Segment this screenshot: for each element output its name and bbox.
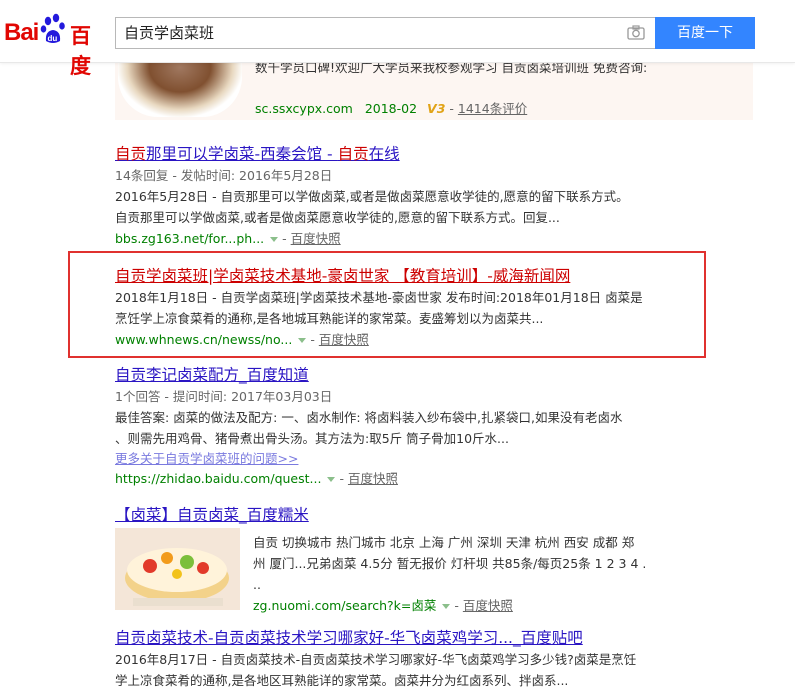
ad-dash: - [449,101,454,116]
result-title[interactable]: 【卤菜】自贡卤菜_百度糯米 [115,504,675,526]
snapshot-link[interactable]: 百度快照 [348,471,398,486]
result-url-line: zg.nuomi.com/search?k=卤菜 - 百度快照 [253,598,513,613]
ad-date: 2018-02 [364,101,418,116]
logo-text-left: Bai [4,19,39,46]
dropdown-arrow-icon[interactable] [327,477,336,482]
top-search-bar: Bai du 百度 百度一下 [0,0,795,78]
search-result-4: 【卤菜】自贡卤菜_百度糯米 [115,504,675,526]
title-hl: 自贡 [115,145,147,163]
snapshot-link[interactable]: 百度快照 [463,598,513,613]
ad-food-image[interactable] [118,55,242,117]
ad-url[interactable]: sc.ssxcypx.com [255,101,353,116]
result-abstract-line: 、则需先用鸡骨、猪骨煮出骨头汤。其方法为:取5斤 筒子骨加10斤水... [115,431,509,446]
result-url-line: https://zhidao.baidu.com/quest... - 百度快照 [115,471,398,486]
camera-icon[interactable] [627,25,645,40]
title-hl: 自贡 [337,145,369,163]
cake-thumbnail[interactable] [115,528,240,610]
more-questions-link[interactable]: 更多关于自贡学卤菜班的问题>> [115,449,675,468]
baidu-logo[interactable]: Bai du 百度 [4,13,108,78]
result-title[interactable]: 自贡卤菜技术-自贡卤菜技术学习哪家好-华飞卤菜鸡学习..._百度贴吧 [115,627,735,649]
title-part: 那里可以学卤菜-西秦会馆 - [146,145,338,163]
dropdown-arrow-icon[interactable] [270,237,279,242]
search-result-3: 自贡李记卤菜配方_百度知道 1个回答 - 提问时间: 2017年03月03日 最… [115,364,675,489]
result-title[interactable]: 自贡李记卤菜配方_百度知道 [115,364,675,386]
v3-badge-icon[interactable]: V3 [427,101,445,116]
result-abstract-line: .. [253,577,261,592]
dropdown-arrow-icon[interactable] [442,604,451,609]
ad-url-line: sc.ssxcypx.com 2018-02 V3 - 1414条评价 [255,98,527,119]
result-title[interactable]: 自贡那里可以学卤菜-西秦会馆 - 自贡在线 [115,143,675,165]
title-part: 在线 [368,145,400,163]
snapshot-link[interactable]: 百度快照 [291,231,341,246]
logo-text-right: 百度 [70,24,91,78]
result-url[interactable]: zg.nuomi.com/search?k=卤菜 [253,598,436,613]
ad-reviews-link[interactable]: 1414条评价 [458,101,527,116]
search-button[interactable]: 百度一下 [655,17,755,49]
paw-icon: du [40,13,65,43]
result-abstract-line: 2016年5月28日 - 自贡那里可以学做卤菜,或者是做卤菜愿意收学徒的,愿意的… [115,189,629,204]
result-meta: 14条回复 - 发帖时间: 2016年5月28日 [115,168,333,183]
search-input[interactable] [124,18,604,48]
result-url[interactable]: https://zhidao.baidu.com/quest... [115,471,321,486]
ad-result: 数千学员口碑!欢迎广大学员来我校参观学习 自贡卤菜培训班 免费咨询: sc.ss… [115,55,753,120]
search-result-5: 自贡卤菜技术-自贡卤菜技术学习哪家好-华飞卤菜鸡学习..._百度贴吧 2016年… [115,627,735,691]
search-result-1: 自贡那里可以学卤菜-西秦会馆 - 自贡在线 14条回复 - 发帖时间: 2016… [115,143,675,249]
result-abstract-line: 自贡 切换城市 热门城市 北京 上海 广州 深圳 天津 杭州 西安 成都 郑 [253,535,635,550]
result-abstract-line: 2016年8月17日 - 自贡卤菜技术-自贡卤菜技术学习哪家好-华飞卤菜鸡学习多… [115,652,637,667]
svg-text:du: du [48,34,58,43]
search-box[interactable] [115,17,655,49]
result-url-line: bbs.zg163.net/for...ph... - 百度快照 [115,231,341,246]
result-abstract-line: 州 厦门...兄弟卤菜 4.5分 暂无报价 灯杆坝 共85条/每页25条 1 2… [253,556,647,571]
red-highlight-frame [68,251,706,358]
result-abstract-line: 学上凉食菜肴的通称,是各地区耳熟能详的家常菜。卤菜井分为红卤系列、拌卤系... [115,673,569,688]
result-url[interactable]: bbs.zg163.net/for...ph... [115,231,264,246]
result-4-abstract: 自贡 切换城市 热门城市 北京 上海 广州 深圳 天津 杭州 西安 成都 郑 州… [253,532,653,616]
result-meta: 1个回答 - 提问时间: 2017年03月03日 [115,389,333,404]
result-abstract-line: 自贡那里可以学做卤菜,或者是做卤菜愿意收学徒的,愿意的留下联系方式。回复... [115,210,560,225]
result-abstract-line: 最佳答案: 卤菜的做法及配方: 一、卤水制作: 将卤料装入纱布袋中,扎紧袋口,如… [115,410,623,425]
